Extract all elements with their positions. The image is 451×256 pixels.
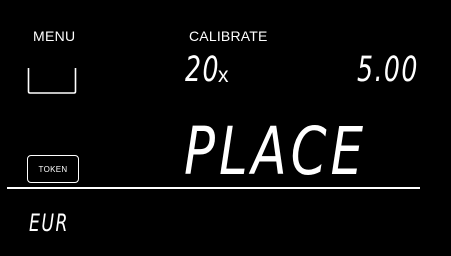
- coin-count-value: 20: [185, 50, 220, 90]
- coin-count-unit: x: [218, 64, 229, 87]
- instruction-message: PLACE: [184, 113, 367, 190]
- amount-value: 5.00: [357, 50, 419, 90]
- tray-icon[interactable]: [27, 67, 77, 94]
- currency-indicator[interactable]: EUR: [29, 209, 69, 237]
- token-button[interactable]: TOKEN: [27, 155, 79, 183]
- mode-title: CALIBRATE: [189, 28, 268, 44]
- display-screen: MENU CALIBRATE 20 x 5.00 TOKEN PLACE EUR: [0, 0, 451, 256]
- divider: [7, 187, 420, 189]
- menu-button[interactable]: MENU: [33, 28, 75, 44]
